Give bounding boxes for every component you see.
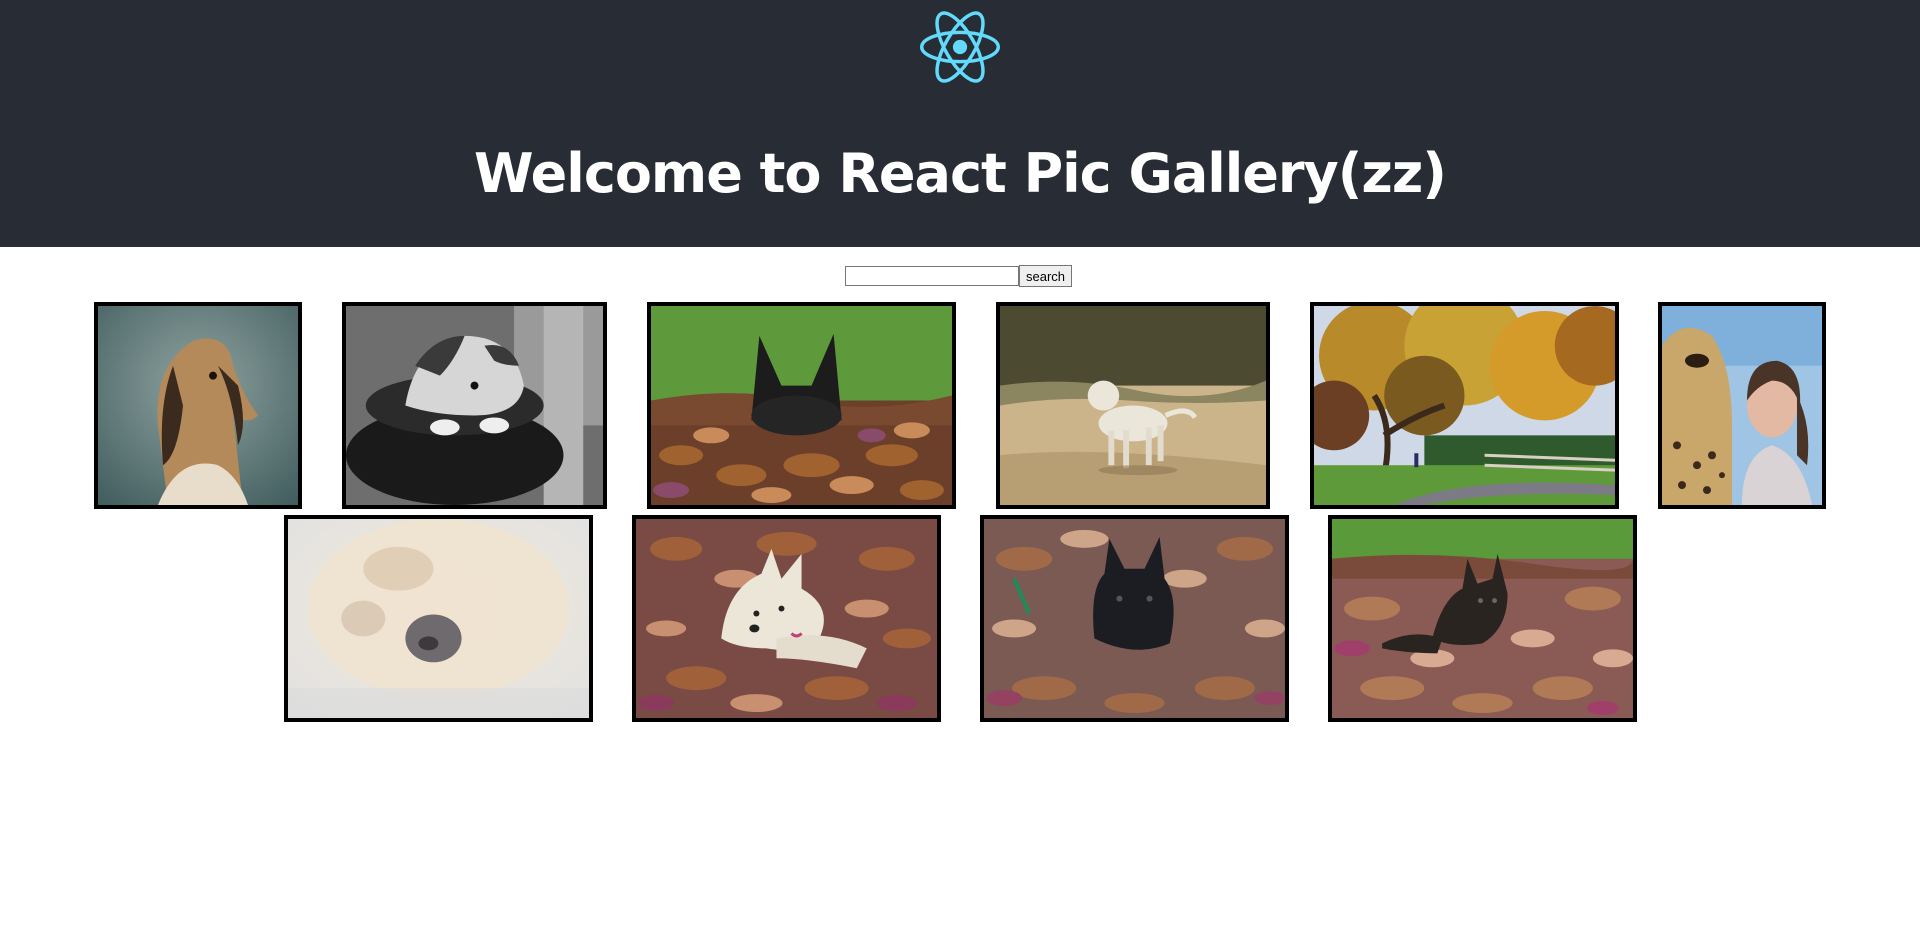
gallery-image-afghan-hound[interactable]	[94, 302, 302, 509]
afghan-hound-photo	[98, 306, 298, 505]
gallery-image-australian-shepherd[interactable]	[342, 302, 607, 509]
search-button[interactable]: search	[1019, 265, 1073, 287]
scottie-in-leaves-photo	[984, 519, 1285, 718]
react-atom-icon	[920, 11, 1000, 83]
gallery-image-scottie-in-leaves[interactable]	[980, 515, 1289, 722]
app-header: Welcome to React Pic Gallery(zz)	[0, 0, 1920, 247]
page-title: Welcome to React Pic Gallery(zz)	[474, 142, 1447, 205]
gallery-image-white-dog-beach[interactable]	[996, 302, 1270, 509]
gallery-image-dog-in-leaves[interactable]	[647, 302, 956, 509]
dog-in-leaves-photo	[651, 306, 952, 505]
search-input[interactable]	[845, 266, 1019, 286]
white-dog-beach-photo	[1000, 306, 1266, 505]
westie-in-leaves-photo	[636, 519, 937, 718]
australian-shepherd-photo	[346, 306, 603, 505]
cheetah-selfie-photo	[1662, 306, 1822, 505]
gallery-image-fluffy-dog-closeup[interactable]	[284, 515, 593, 722]
gallery-image-westie-in-leaves[interactable]	[632, 515, 941, 722]
fluffy-dog-closeup-photo	[288, 519, 589, 718]
search-bar: search	[845, 265, 1073, 287]
gallery-image-scottie-leaf-pile[interactable]	[1328, 515, 1637, 722]
scottie-leaf-pile-photo	[1332, 519, 1633, 718]
autumn-park-photo	[1314, 306, 1615, 505]
gallery-image-cheetah-selfie[interactable]	[1658, 302, 1826, 509]
gallery-image-autumn-park[interactable]	[1310, 302, 1619, 509]
